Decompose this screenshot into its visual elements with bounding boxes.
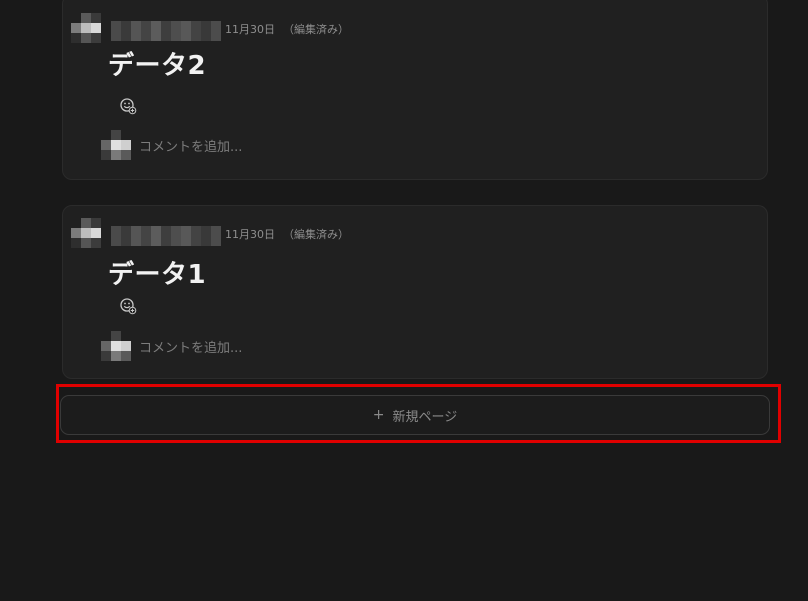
commenter-avatar [101,331,131,361]
post-meta: 11月30日 （編集済み） [71,13,349,43]
comment-row: コメントを追加... [101,331,242,361]
comment-input[interactable]: コメントを追加... [139,337,242,356]
edited-label: （編集済み） [283,23,349,36]
post-meta: 11月30日 （編集済み） [71,218,349,248]
new-page-label: 新規ページ [392,409,458,425]
avatar[interactable] [71,13,101,43]
new-page-button[interactable]: + 新規ページ [60,395,770,435]
plus-icon: + [372,407,385,423]
post-timestamp: 11月30日 （編集済み） [225,226,349,242]
commenter-avatar [101,130,131,160]
post-title[interactable]: データ2 [108,45,206,82]
post-date: 11月30日 [225,23,275,36]
post-title[interactable]: データ1 [108,254,206,291]
comment-input[interactable]: コメントを追加... [139,136,242,155]
author-name [111,226,221,246]
post-card: 11月30日 （編集済み） データ1 コメントを追加... [62,205,768,379]
post-date: 11月30日 [225,228,275,241]
add-reaction-icon[interactable] [119,297,137,315]
post-timestamp: 11月30日 （編集済み） [225,21,349,37]
author-name [111,21,221,41]
add-reaction-icon[interactable] [119,97,137,115]
avatar[interactable] [71,218,101,248]
edited-label: （編集済み） [283,228,349,241]
comment-row: コメントを追加... [101,130,242,160]
post-card: 11月30日 （編集済み） データ2 コメントを追加... [62,0,768,180]
page: 11月30日 （編集済み） データ2 コメントを追加... 11月30日 （編集… [0,0,808,601]
